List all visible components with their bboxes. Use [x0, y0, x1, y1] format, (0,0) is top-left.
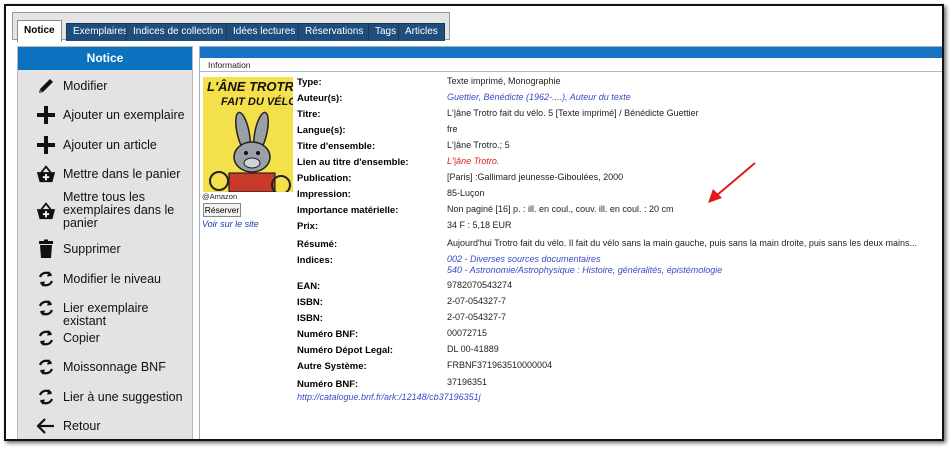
- sidebar-item-label: Moissonnage BNF: [63, 360, 166, 374]
- field-isbn-value: 2-07-054327-7: [447, 296, 507, 306]
- cover-title-line1: L'ÂNE TROTR: [207, 79, 293, 94]
- information-header: Information: [200, 58, 942, 72]
- tab-articles[interactable]: Articles: [398, 23, 445, 41]
- sidebar-item-supprimer[interactable]: Supprimer: [18, 237, 194, 261]
- notice-panel: Information L'ÂNE TROTR FAIT DU VÉLO @Am…: [199, 46, 942, 439]
- book-cover-image: L'ÂNE TROTR FAIT DU VÉLO: [203, 77, 293, 192]
- window-frame: Notice Exemplaires Indices de collection…: [4, 4, 944, 441]
- sidebar-title: Notice: [18, 47, 192, 70]
- field-prix-value: 34 F : 5,18 EUR: [447, 220, 512, 230]
- tab-reservations[interactable]: Réservations: [298, 23, 371, 41]
- sidebar-item-label: Lier exemplaire existant: [63, 301, 149, 328]
- tab-notice[interactable]: Notice: [17, 20, 62, 42]
- field-autre-systeme-value: FRBNF371963510000004: [447, 360, 553, 370]
- sidebar-item-mettre-panier[interactable]: Mettre dans le panier: [18, 162, 194, 186]
- sidebar: Notice Modifier Ajouter un exemplaire Aj…: [17, 46, 194, 439]
- basket-add-icon: [36, 163, 56, 185]
- sync-icon: [36, 327, 56, 349]
- indice-link[interactable]: 002 - Diverses sources documentaires: [447, 254, 601, 264]
- indice-link[interactable]: 540 - Astronomie/Astrophysique : Histoir…: [447, 265, 722, 275]
- field-impression-value: 85-Luçon: [447, 188, 485, 198]
- bnf-catalogue-link[interactable]: http://catalogue.bnf.fr/ark:/12148/cb371…: [297, 392, 481, 402]
- field-publication-label: Publication:: [297, 173, 352, 184]
- sidebar-item-label: Ajouter un exemplaire: [63, 108, 185, 122]
- field-numero-bnf-value: 37196351: [447, 377, 488, 387]
- trash-icon: [36, 238, 56, 260]
- sidebar-item-label: Supprimer: [63, 242, 121, 256]
- field-isbn-value: 2-07-054327-7: [447, 312, 507, 322]
- tab-exemplaires[interactable]: Exemplaires: [66, 23, 136, 41]
- field-titre-value: L'|âne Trotro fait du vélo. 5 [Texte imp…: [447, 108, 699, 118]
- field-titre-label: Titre:: [297, 109, 321, 120]
- sync-icon: [36, 297, 56, 319]
- field-autre-systeme-label: Autre Système:: [297, 361, 367, 372]
- field-depot-legal-value: DL 00-41889: [447, 344, 499, 354]
- field-langues-label: Langue(s):: [297, 125, 346, 136]
- cover-title-line2: FAIT DU VÉLO: [221, 95, 293, 108]
- field-isbn-label: ISBN:: [297, 313, 323, 324]
- sync-icon: [36, 356, 56, 378]
- sidebar-item-label: Mettre dans le panier: [63, 167, 181, 181]
- field-lien-titre-ensemble-label: Lien au titre d'ensemble:: [297, 157, 409, 168]
- view-on-site-link[interactable]: Voir sur le site: [202, 219, 259, 229]
- sidebar-item-lier-suggestion[interactable]: Lier à une suggestion: [18, 385, 194, 409]
- sidebar-item-label: Lier à une suggestion: [63, 390, 183, 404]
- field-lien-titre-ensemble-link[interactable]: L'|âne Trotro.: [447, 156, 499, 166]
- plus-icon: [36, 134, 56, 156]
- sidebar-item-ajouter-article[interactable]: Ajouter un article: [18, 133, 194, 157]
- tab-bar: Notice Exemplaires Indices de collection…: [12, 12, 450, 42]
- field-resume-value: Aujourd'hui Trotro fait du vélo. Il fait…: [447, 238, 917, 248]
- sync-icon: [36, 268, 56, 290]
- sidebar-item-label: Modifier le niveau: [63, 272, 161, 286]
- field-isbn-label: ISBN:: [297, 297, 323, 308]
- field-resume-label: Résumé:: [297, 239, 338, 250]
- sidebar-item-moissonnage-bnf[interactable]: Moissonnage BNF: [18, 355, 194, 379]
- sidebar-item-mettre-tous-panier[interactable]: Mettre tous les exemplaires dans le pani…: [18, 189, 194, 231]
- tab-idees-lectures[interactable]: Idées lectures: [226, 23, 303, 41]
- field-langues-value: fre: [447, 124, 458, 134]
- field-numero-bnf-value: 00072715: [447, 328, 488, 338]
- field-impression-label: Impression:: [297, 189, 351, 200]
- sidebar-item-copier[interactable]: Copier: [18, 326, 194, 350]
- reserve-button[interactable]: Réserver: [203, 203, 241, 217]
- field-numero-bnf-label: Numéro BNF:: [297, 329, 359, 340]
- sidebar-item-label: Copier: [63, 331, 100, 345]
- field-depot-legal-label: Numéro Dépot Legal:: [297, 345, 394, 356]
- field-publication-value: [Paris] :Gallimard jeunesse-Giboulées, 2…: [447, 172, 624, 182]
- field-prix-label: Prix:: [297, 221, 319, 232]
- red-annotation-arrow: [708, 162, 756, 203]
- sidebar-item-modifier-niveau[interactable]: Modifier le niveau: [18, 267, 194, 291]
- sidebar-item-label: Mettre tous les exemplaires dans le pani…: [63, 190, 175, 230]
- cover-credit: @Amazon: [202, 192, 238, 201]
- field-numero-bnf-label: Numéro BNF:: [297, 379, 359, 390]
- field-auteurs-link[interactable]: Guettier, Bénédicte (1962-....), Auteur …: [447, 92, 631, 102]
- field-type-value: Texte imprimé, Monographie: [447, 76, 561, 86]
- plus-icon: [36, 104, 56, 126]
- field-ean-label: EAN:: [297, 281, 321, 292]
- field-indices-label: Indices:: [297, 255, 333, 266]
- field-ean-value: 9782070543274: [447, 280, 513, 290]
- basket-add-icon: [36, 200, 56, 222]
- field-titre-ensemble-label: Titre d'ensemble:: [297, 141, 376, 152]
- sync-icon: [36, 386, 56, 408]
- sidebar-item-retour[interactable]: Retour: [18, 414, 194, 438]
- sidebar-item-ajouter-exemplaire[interactable]: Ajouter un exemplaire: [18, 103, 194, 127]
- field-titre-ensemble-value: L'|âne Trotro.; 5: [447, 140, 510, 150]
- sidebar-item-label: Ajouter un article: [63, 138, 157, 152]
- sidebar-item-modifier[interactable]: Modifier: [18, 74, 194, 98]
- sidebar-item-label: Retour: [63, 419, 101, 433]
- sidebar-item-lier-exemplaire[interactable]: Lier exemplaire existant: [18, 296, 194, 328]
- field-importance-value: Non paginé [16] p. : ill. en coul., couv…: [447, 204, 674, 214]
- arrow-left-icon: [36, 415, 56, 437]
- field-type-label: Type:: [297, 77, 322, 88]
- sidebar-item-label: Modifier: [63, 79, 108, 93]
- pencil-icon: [36, 75, 56, 97]
- field-importance-label: Importance matérielle:: [297, 205, 399, 216]
- field-auteurs-label: Auteur(s):: [297, 93, 343, 104]
- panel-header-bar: [200, 47, 942, 58]
- tab-indices-collection[interactable]: Indices de collection: [126, 23, 231, 41]
